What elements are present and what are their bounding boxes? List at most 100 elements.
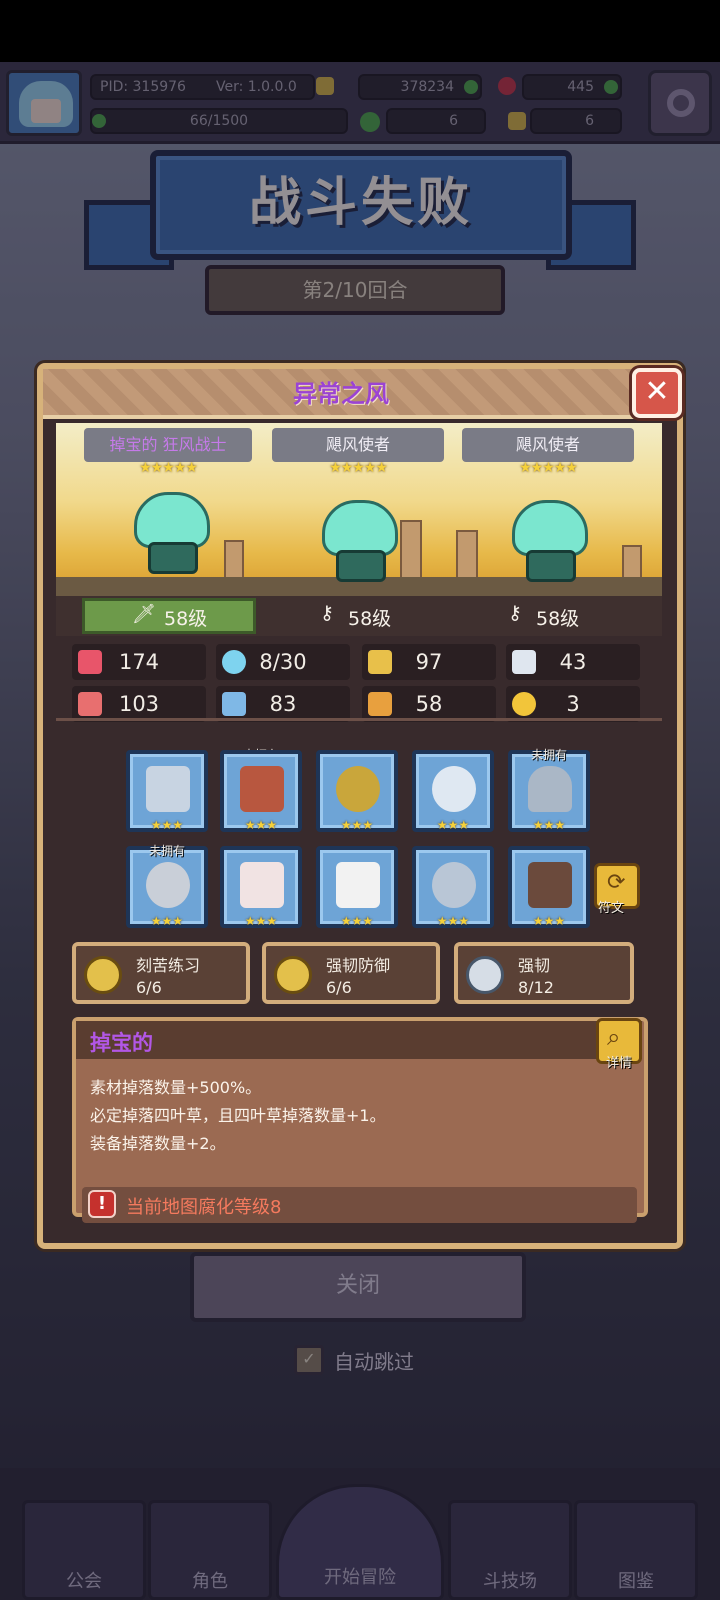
stat-luck: 3 — [506, 686, 640, 722]
equip-glove[interactable]: ★★★ — [316, 846, 398, 928]
stat-speed-value: 43 — [559, 650, 587, 674]
wing-icon — [512, 650, 536, 674]
fence-post — [456, 530, 478, 582]
equip-stars: ★★★ — [436, 818, 470, 832]
unit-level-1: 58级 — [164, 608, 208, 630]
unit-name-3: 飓风使者 — [462, 428, 634, 462]
book-icon — [222, 692, 246, 716]
modal-close-button[interactable]: ✕ — [632, 368, 682, 418]
sword-icon — [146, 766, 190, 812]
stat-defense: 97 — [362, 644, 496, 680]
equip-stars: ★★★ — [532, 818, 566, 832]
skill-progress: 6/6 — [136, 978, 162, 997]
necklace-icon — [336, 766, 380, 812]
orb-icon — [432, 766, 476, 812]
skill-card-3[interactable]: 强韧 8/12 — [454, 942, 634, 1004]
helmet-icon — [528, 766, 572, 812]
stat-mana-value: 8/30 — [259, 650, 307, 674]
stat-magic-value: 83 — [269, 692, 297, 716]
stat-resist: 58 — [362, 686, 496, 722]
equip-stars: ★★★ — [436, 914, 470, 928]
skill-shield-icon — [466, 956, 504, 994]
enemy-sprite-hurricane-envoy[interactable] — [512, 500, 588, 582]
stat-speed: 43 — [506, 644, 640, 680]
unit-name-1: 掉宝的 狂风战士 — [84, 428, 252, 462]
unit-name-2: 飓风使者 — [272, 428, 444, 462]
equip-necklace[interactable]: ★★★ — [316, 750, 398, 832]
scroll-icon — [368, 692, 392, 716]
stat-attack: 103 — [72, 686, 206, 722]
equip-ring[interactable]: ★★★ — [412, 846, 494, 928]
boots-icon — [528, 862, 572, 908]
section-divider — [56, 718, 662, 721]
detail-label: 详情 — [606, 1056, 633, 1071]
skill-progress: 6/6 — [326, 978, 352, 997]
trait-title: 掉宝的 — [90, 1031, 153, 1055]
equip-stars: ★★★ — [244, 914, 278, 928]
trait-line-3: 装备掉落数量+2。 — [90, 1134, 226, 1153]
equip-stars: ★★★ — [150, 818, 184, 832]
stat-luck-value: 3 — [566, 692, 580, 716]
skill-coin-icon — [274, 956, 312, 994]
shield-icon — [368, 650, 392, 674]
modal-title: 异常之风 — [293, 380, 389, 408]
skill-name: 强韧防御 — [326, 956, 391, 975]
ring-icon — [432, 862, 476, 908]
fence-post — [224, 540, 244, 582]
horseshoe-icon — [512, 692, 536, 716]
equip-boots[interactable]: ★★★ — [508, 846, 590, 928]
enemy-sprite-wind-warrior[interactable] — [134, 492, 210, 574]
stat-resist-value: 58 — [415, 692, 443, 716]
status-bar — [0, 0, 720, 62]
equip-orb[interactable]: ★★★ — [412, 750, 494, 832]
fist-icon — [78, 692, 102, 716]
equip-armor[interactable]: ★★★ — [220, 846, 302, 928]
not-owned-label: 未拥有 — [530, 748, 567, 762]
stat-attack-value: 103 — [118, 692, 160, 716]
skill-name: 刻苦练习 — [136, 956, 201, 975]
unit-stars-2: ★★★★★ — [329, 460, 388, 476]
equip-shield[interactable]: ★★★ — [220, 750, 302, 832]
trait-line-2: 必定掉落四叶草，且四叶草掉落数量+1。 — [90, 1106, 386, 1125]
refresh-icon: ⟳ — [607, 870, 626, 895]
skill-progress: 8/12 — [518, 978, 554, 997]
key-icon: ⚷ — [508, 602, 522, 624]
skill-name: 强韧 — [518, 956, 551, 975]
magnifier-icon: ⌕ — [607, 1023, 621, 1051]
equip-stars: ★★★ — [150, 914, 184, 928]
trait-line-1: 素材掉落数量+500%。 — [90, 1078, 262, 1097]
equip-stars: ★★★ — [244, 818, 278, 832]
glove-icon — [336, 862, 380, 908]
unit-level-3: 58级 — [536, 608, 580, 630]
skill-card-2[interactable]: 强韧防御 6/6 — [262, 942, 440, 1004]
key-icon: ⚷ — [320, 602, 334, 624]
enemy-sprite-hurricane-envoy[interactable] — [322, 500, 398, 582]
belt-icon — [146, 862, 190, 908]
equip-stars: ★★★ — [340, 818, 374, 832]
corruption-warning-text: 当前地图腐化等级8 — [126, 1197, 282, 1218]
close-icon: ✕ — [644, 374, 670, 409]
equip-sword[interactable]: ★★★ — [126, 750, 208, 832]
skill-coin-icon — [84, 956, 122, 994]
heart-icon — [78, 650, 102, 674]
unit-level-2: 58级 — [348, 608, 392, 630]
stat-defense-value: 97 — [415, 650, 443, 674]
stat-hp-value: 174 — [118, 650, 160, 674]
unit-stars-1: ★★★★★ — [139, 460, 198, 476]
warning-icon: ! — [88, 1190, 116, 1218]
stat-magic: 83 — [216, 686, 350, 722]
armor-icon — [240, 862, 284, 908]
shield-icon — [240, 766, 284, 812]
sword-icon: 🗡 — [132, 603, 157, 625]
rune-label: 符文 — [598, 901, 625, 916]
trait-header — [76, 1021, 642, 1059]
mana-drop-icon — [222, 650, 246, 674]
stat-hp: 174 — [72, 644, 206, 680]
stat-mana: 8/30 — [216, 644, 350, 680]
fence-post — [400, 520, 422, 582]
equip-stars: ★★★ — [340, 914, 374, 928]
unit-stars-3: ★★★★★ — [519, 460, 578, 476]
equip-stars: ★★★ — [532, 914, 566, 928]
skill-card-1[interactable]: 刻苦练习 6/6 — [72, 942, 250, 1004]
not-owned-label: 未拥有 — [148, 844, 185, 858]
